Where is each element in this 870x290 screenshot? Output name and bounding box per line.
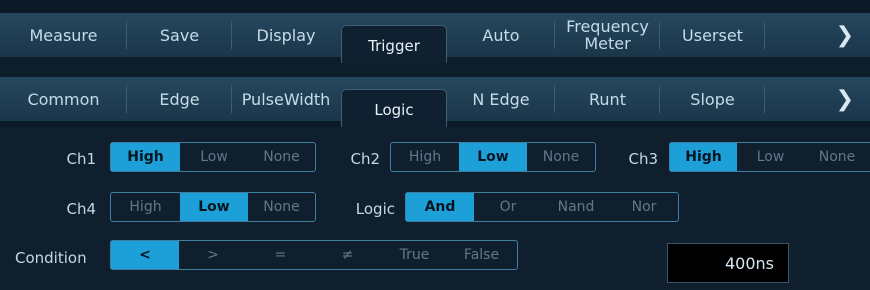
tab-label: Logic xyxy=(374,101,414,119)
tab-label: Save xyxy=(159,25,200,45)
logic-label: Logic xyxy=(355,200,395,218)
condition-option-greater-than[interactable]: > xyxy=(179,241,247,269)
ch4-option-low[interactable]: Low xyxy=(180,193,248,221)
ch3-option-none[interactable]: None xyxy=(804,143,870,171)
tab-label: Frequency Meter xyxy=(566,17,649,53)
subtab-slope[interactable]: Slope xyxy=(660,77,765,121)
ch4-selector: High Low None xyxy=(110,192,316,222)
tab-label: Runt xyxy=(589,89,626,109)
chevron-right-icon: ❯ xyxy=(835,22,854,48)
logic-selector: And Or Nand Nor xyxy=(405,192,679,222)
tab-label: Display xyxy=(256,25,316,45)
ch4-option-none[interactable]: None xyxy=(248,193,315,221)
ch1-option-none[interactable]: None xyxy=(248,143,315,171)
ch4-label: Ch4 xyxy=(66,200,96,218)
ch3-option-high[interactable]: High xyxy=(670,143,737,171)
tab-label: Trigger xyxy=(368,37,420,55)
tab-label: PulseWidth xyxy=(241,89,331,109)
time-value-field[interactable]: 400ns xyxy=(667,243,789,283)
tab-trigger[interactable]: Trigger xyxy=(341,25,447,63)
ch3-option-low[interactable]: Low xyxy=(737,143,804,171)
ch1-option-low[interactable]: Low xyxy=(180,143,248,171)
logic-option-nand[interactable]: Nand xyxy=(542,193,610,221)
ch2-option-none[interactable]: None xyxy=(527,143,595,171)
condition-option-equal[interactable]: = xyxy=(247,241,314,269)
tab-label: Measure xyxy=(29,25,98,45)
condition-selector: < > = ≠ True False xyxy=(110,240,518,270)
condition-label: Condition xyxy=(15,249,87,267)
ch1-option-high[interactable]: High xyxy=(111,143,180,171)
condition-option-false[interactable]: False xyxy=(448,241,515,269)
tab-display[interactable]: Display xyxy=(232,13,340,57)
tab-auto[interactable]: Auto xyxy=(447,13,555,57)
tab-label: N Edge xyxy=(472,89,530,109)
ch2-option-high[interactable]: High xyxy=(391,143,459,171)
ch1-selector: High Low None xyxy=(110,142,316,172)
tab-label: Auto xyxy=(482,25,520,45)
tab-save[interactable]: Save xyxy=(127,13,232,57)
subtab-common[interactable]: Common xyxy=(0,77,127,121)
top-tab-bar: Measure Save Display Trigger Auto Freque… xyxy=(0,13,870,63)
time-value-text: 400ns xyxy=(724,253,774,273)
tab-label: Slope xyxy=(690,89,735,109)
tab-next-arrow[interactable]: ❯ xyxy=(765,13,870,57)
condition-option-less-than[interactable]: < xyxy=(111,241,179,269)
sub-tab-bar: Common Edge PulseWidth Logic N Edge Runt… xyxy=(0,77,870,127)
subtab-logic[interactable]: Logic xyxy=(341,89,447,127)
tab-label: Edge xyxy=(159,89,200,109)
subtab-next-arrow[interactable]: ❯ xyxy=(765,77,870,121)
condition-option-true[interactable]: True xyxy=(381,241,448,269)
subtab-pulsewidth[interactable]: PulseWidth xyxy=(232,77,340,121)
tab-measure[interactable]: Measure xyxy=(0,13,127,57)
tab-userset[interactable]: Userset xyxy=(660,13,765,57)
ch3-selector: High Low None xyxy=(669,142,870,172)
ch4-option-high[interactable]: High xyxy=(111,193,180,221)
logic-option-nor[interactable]: Nor xyxy=(610,193,678,221)
ch2-option-low[interactable]: Low xyxy=(459,143,527,171)
tab-label: Common xyxy=(27,89,100,109)
subtab-edge[interactable]: Edge xyxy=(127,77,232,121)
ch2-label: Ch2 xyxy=(350,150,380,168)
ch2-selector: High Low None xyxy=(390,142,596,172)
chevron-right-icon: ❯ xyxy=(835,86,854,112)
logic-option-or[interactable]: Or xyxy=(474,193,542,221)
subtab-runt[interactable]: Runt xyxy=(555,77,660,121)
ch3-label: Ch3 xyxy=(628,150,658,168)
tab-frequency-meter[interactable]: Frequency Meter xyxy=(555,13,660,57)
subtab-n-edge[interactable]: N Edge xyxy=(447,77,555,121)
ch1-label: Ch1 xyxy=(66,150,96,168)
logic-option-and[interactable]: And xyxy=(406,193,474,221)
condition-option-not-equal[interactable]: ≠ xyxy=(314,241,381,269)
tab-label: Userset xyxy=(682,25,743,45)
